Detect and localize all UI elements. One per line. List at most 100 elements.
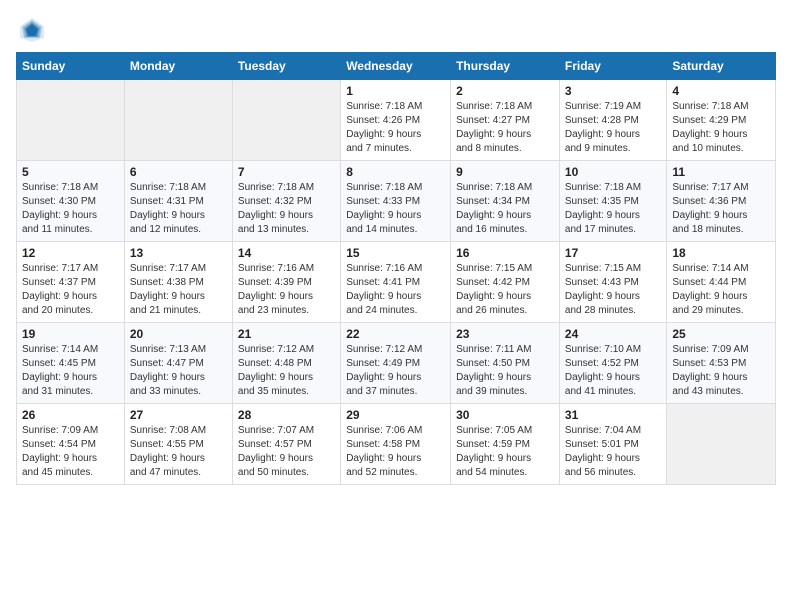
calendar-cell: 13Sunrise: 7:17 AMSunset: 4:38 PMDayligh… [124, 242, 232, 323]
day-number: 12 [22, 246, 119, 260]
page-header [16, 16, 776, 44]
calendar-cell: 8 Sunrise: 7:18 AMSunset: 4:33 PMDaylight… [341, 161, 451, 242]
day-info: Sunrise: 7:10 AMSunset: 4:52 PMDaylight:… [565, 343, 661, 399]
calendar-header-row: SundayMondayTuesdayWednesdayThursdayFrid… [17, 53, 776, 80]
day-number: 1 [346, 84, 445, 98]
day-number: 3 [565, 84, 661, 98]
day-number: 11 [672, 165, 770, 179]
day-number: 15 [346, 246, 445, 260]
calendar-cell: 16 Sunrise: 7:15 AMSunset: 4:42 PMDayligh… [451, 242, 560, 323]
calendar-cell: 10Sunrise: 7:18 AMSunset: 4:35 PMDayligh… [559, 161, 666, 242]
calendar-cell: 24 Sunrise: 7:10 AMSunset: 4:52 PMDayligh… [559, 323, 666, 404]
calendar-cell: 17 Sunrise: 7:15 AMSunset: 4:43 PMDayligh… [559, 242, 666, 323]
day-number: 18 [672, 246, 770, 260]
calendar-cell: 1 Sunrise: 7:18 AMSunset: 4:26 PMDaylight… [341, 80, 451, 161]
day-number: 28 [238, 408, 335, 422]
calendar-cell: 22 Sunrise: 7:12 AMSunset: 4:49 PMDayligh… [341, 323, 451, 404]
day-number: 6 [130, 165, 227, 179]
calendar-cell: 28 Sunrise: 7:07 AMSunset: 4:57 PMDayligh… [232, 404, 340, 485]
day-info: Sunrise: 7:18 AMSunset: 4:31 PMDaylight:… [130, 181, 227, 237]
day-info: Sunrise: 7:17 AMSunset: 4:38 PMDaylight:… [130, 262, 227, 318]
day-number: 8 [346, 165, 445, 179]
day-info: Sunrise: 7:05 AMSunset: 4:59 PMDaylight:… [456, 424, 554, 480]
calendar-cell: 21 Sunrise: 7:12 AMSunset: 4:48 PMDayligh… [232, 323, 340, 404]
header-thursday: Thursday [451, 53, 560, 80]
calendar-cell: 23 Sunrise: 7:11 AMSunset: 4:50 PMDayligh… [451, 323, 560, 404]
day-info: Sunrise: 7:12 AMSunset: 4:48 PMDaylight:… [238, 343, 335, 399]
day-number: 7 [238, 165, 335, 179]
day-info: Sunrise: 7:18 AMSunset: 4:29 PMDaylight:… [672, 100, 770, 156]
header-saturday: Saturday [667, 53, 776, 80]
header-sunday: Sunday [17, 53, 125, 80]
calendar-cell: 20Sunrise: 7:13 AMSunset: 4:47 PMDayligh… [124, 323, 232, 404]
calendar-cell: 5Sunrise: 7:18 AMSunset: 4:30 PMDaylight… [17, 161, 125, 242]
calendar-week-row: 1 Sunrise: 7:18 AMSunset: 4:26 PMDaylight… [17, 80, 776, 161]
calendar-cell [124, 80, 232, 161]
day-info: Sunrise: 7:18 AMSunset: 4:32 PMDaylight:… [238, 181, 335, 237]
day-info: Sunrise: 7:15 AMSunset: 4:42 PMDaylight:… [456, 262, 554, 318]
calendar-cell [232, 80, 340, 161]
day-info: Sunrise: 7:08 AMSunset: 4:55 PMDaylight:… [130, 424, 227, 480]
calendar-cell: 18Sunrise: 7:14 AMSunset: 4:44 PMDayligh… [667, 242, 776, 323]
logo-icon [18, 16, 46, 44]
calendar-cell: 19 Sunrise: 7:14 AMSunset: 4:45 PMDayligh… [17, 323, 125, 404]
logo [16, 16, 46, 44]
calendar-week-row: 26 Sunrise: 7:09 AMSunset: 4:54 PMDayligh… [17, 404, 776, 485]
day-info: Sunrise: 7:09 AMSunset: 4:54 PMDaylight:… [22, 424, 119, 480]
calendar-cell: 4Sunrise: 7:18 AMSunset: 4:29 PMDaylight… [667, 80, 776, 161]
day-info: Sunrise: 7:06 AMSunset: 4:58 PMDaylight:… [346, 424, 445, 480]
day-info: Sunrise: 7:14 AMSunset: 4:45 PMDaylight:… [22, 343, 119, 399]
calendar-cell: 11 Sunrise: 7:17 AMSunset: 4:36 PMDayligh… [667, 161, 776, 242]
calendar-cell: 7 Sunrise: 7:18 AMSunset: 4:32 PMDaylight… [232, 161, 340, 242]
calendar-week-row: 19 Sunrise: 7:14 AMSunset: 4:45 PMDayligh… [17, 323, 776, 404]
day-info: Sunrise: 7:04 AMSunset: 5:01 PMDaylight:… [565, 424, 661, 480]
day-info: Sunrise: 7:16 AMSunset: 4:39 PMDaylight:… [238, 262, 335, 318]
day-number: 21 [238, 327, 335, 341]
day-number: 24 [565, 327, 661, 341]
day-number: 23 [456, 327, 554, 341]
day-info: Sunrise: 7:11 AMSunset: 4:50 PMDaylight:… [456, 343, 554, 399]
day-number: 27 [130, 408, 227, 422]
day-info: Sunrise: 7:17 AMSunset: 4:37 PMDaylight:… [22, 262, 119, 318]
calendar-cell: 9 Sunrise: 7:18 AMSunset: 4:34 PMDaylight… [451, 161, 560, 242]
header-monday: Monday [124, 53, 232, 80]
calendar-cell: 25Sunrise: 7:09 AMSunset: 4:53 PMDayligh… [667, 323, 776, 404]
day-number: 9 [456, 165, 554, 179]
day-number: 10 [565, 165, 661, 179]
calendar-cell: 14 Sunrise: 7:16 AMSunset: 4:39 PMDayligh… [232, 242, 340, 323]
day-info: Sunrise: 7:15 AMSunset: 4:43 PMDaylight:… [565, 262, 661, 318]
day-number: 30 [456, 408, 554, 422]
calendar-cell: 26 Sunrise: 7:09 AMSunset: 4:54 PMDayligh… [17, 404, 125, 485]
header-friday: Friday [559, 53, 666, 80]
calendar-week-row: 12 Sunrise: 7:17 AMSunset: 4:37 PMDayligh… [17, 242, 776, 323]
calendar-week-row: 5Sunrise: 7:18 AMSunset: 4:30 PMDaylight… [17, 161, 776, 242]
day-info: Sunrise: 7:09 AMSunset: 4:53 PMDaylight:… [672, 343, 770, 399]
day-number: 19 [22, 327, 119, 341]
day-number: 26 [22, 408, 119, 422]
day-number: 20 [130, 327, 227, 341]
calendar-cell [667, 404, 776, 485]
calendar-cell: 2Sunrise: 7:18 AMSunset: 4:27 PMDaylight… [451, 80, 560, 161]
calendar-cell: 6 Sunrise: 7:18 AMSunset: 4:31 PMDaylight… [124, 161, 232, 242]
day-info: Sunrise: 7:07 AMSunset: 4:57 PMDaylight:… [238, 424, 335, 480]
calendar-cell: 30 Sunrise: 7:05 AMSunset: 4:59 PMDayligh… [451, 404, 560, 485]
day-info: Sunrise: 7:12 AMSunset: 4:49 PMDaylight:… [346, 343, 445, 399]
header-wednesday: Wednesday [341, 53, 451, 80]
day-info: Sunrise: 7:18 AMSunset: 4:33 PMDaylight:… [346, 181, 445, 237]
day-number: 17 [565, 246, 661, 260]
day-info: Sunrise: 7:17 AMSunset: 4:36 PMDaylight:… [672, 181, 770, 237]
day-number: 14 [238, 246, 335, 260]
calendar-cell: 27 Sunrise: 7:08 AMSunset: 4:55 PMDayligh… [124, 404, 232, 485]
day-number: 16 [456, 246, 554, 260]
day-number: 5 [22, 165, 119, 179]
day-info: Sunrise: 7:18 AMSunset: 4:26 PMDaylight:… [346, 100, 445, 156]
day-number: 22 [346, 327, 445, 341]
calendar-cell: 3Sunrise: 7:19 AMSunset: 4:28 PMDaylight… [559, 80, 666, 161]
calendar-table: SundayMondayTuesdayWednesdayThursdayFrid… [16, 52, 776, 485]
calendar-cell: 12 Sunrise: 7:17 AMSunset: 4:37 PMDayligh… [17, 242, 125, 323]
day-info: Sunrise: 7:18 AMSunset: 4:34 PMDaylight:… [456, 181, 554, 237]
day-info: Sunrise: 7:16 AMSunset: 4:41 PMDaylight:… [346, 262, 445, 318]
header-tuesday: Tuesday [232, 53, 340, 80]
day-number: 2 [456, 84, 554, 98]
day-number: 29 [346, 408, 445, 422]
